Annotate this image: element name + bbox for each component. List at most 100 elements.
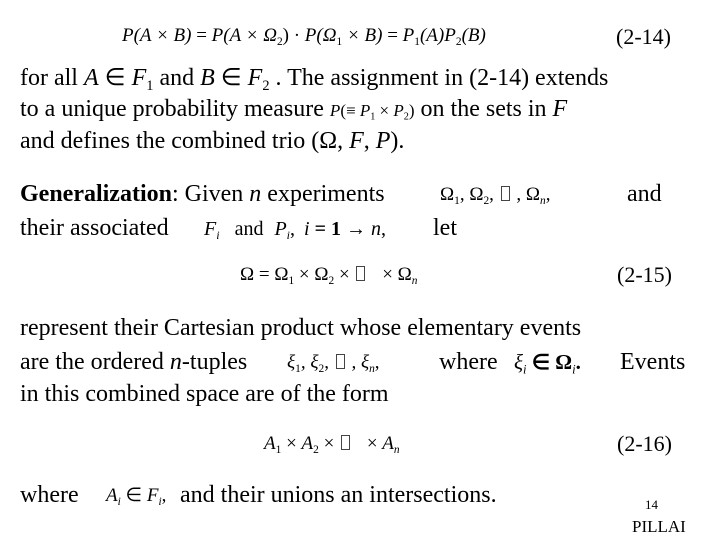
page-number: 14 <box>645 497 658 512</box>
text: and <box>153 65 201 91</box>
para4-rest: and their unions an intersections. <box>180 482 497 508</box>
xi-symbol: , ξ <box>346 352 370 373</box>
math-var: F <box>146 485 159 506</box>
math-op: × Ω <box>377 264 412 285</box>
math-var: n <box>370 218 381 240</box>
math-var: P <box>375 128 391 154</box>
times-symbol: × <box>318 433 340 454</box>
separator: , <box>545 184 551 205</box>
times-symbol: × <box>375 101 394 120</box>
subscript: n <box>411 274 418 287</box>
omega-symbol: Ω <box>240 264 255 285</box>
math-var: A <box>83 65 99 91</box>
eq-2-14-lhs: P(A × B) <box>122 25 192 46</box>
dot-operator: · <box>288 25 305 46</box>
math-var: A <box>382 433 394 454</box>
math-op: (≡ <box>340 101 360 120</box>
missing-glyph-ellipsis-icon <box>341 435 351 450</box>
para4-where: where <box>20 482 79 508</box>
math-var: F <box>131 65 147 91</box>
text: for all <box>20 65 84 91</box>
para3-line3: in this combined space are of the form <box>20 381 389 407</box>
math-var: P <box>274 218 287 240</box>
para2-let: let <box>433 215 457 241</box>
xi-symbol: ξ <box>287 352 296 373</box>
math-var: F <box>247 65 263 91</box>
math-var: F <box>552 96 568 122</box>
equation-2-15: Ω = Ω1 × Ω2 × × Ωn <box>240 264 417 292</box>
ai-in-fi: Ai ∈ Fi, <box>106 485 166 513</box>
text: and defines the combined trio (Ω, <box>20 128 350 154</box>
eq-term: P <box>402 25 415 46</box>
para2-line2: their associated <box>20 214 169 242</box>
eq-term: P(A × Ω <box>211 25 277 46</box>
math-var: B <box>200 65 215 91</box>
text: . <box>575 350 581 374</box>
math-var: n <box>249 181 262 207</box>
eq-term: P(Ω <box>304 25 337 46</box>
separator: , <box>324 352 334 373</box>
text: -tuples <box>181 349 248 375</box>
omega-symbol: , Ω <box>459 184 484 205</box>
xi-in-omega: ξi ∈ Ωi. <box>514 351 581 380</box>
generalization-heading: Generalization <box>20 181 172 207</box>
equation-2-16: A1 × A2 × × An <box>264 433 400 461</box>
eq-term: P <box>444 25 456 46</box>
para3-where: where <box>439 349 498 375</box>
equation-2-14: P(A × B) = P(A × Ω2) · P(Ω1 × B) = P1(A)… <box>122 25 486 53</box>
math-op: ∈ Ω <box>526 350 573 374</box>
para2-line1: Generalization: Given n experiments <box>20 180 385 208</box>
math-var: n <box>169 349 182 375</box>
text: experiments <box>261 181 385 207</box>
math-var: A <box>301 433 314 454</box>
eq-term: (A) <box>419 25 445 46</box>
subscript: n <box>393 443 400 456</box>
text: , <box>380 218 386 240</box>
para3-events: Events <box>620 349 686 375</box>
eq-term: × B) <box>342 25 383 46</box>
text: : Given <box>171 181 250 207</box>
math-op: × Ω <box>294 264 329 285</box>
author-name: PILLAI <box>632 517 686 536</box>
text: ). <box>390 128 405 154</box>
omega-list: Ω1, Ω2, , Ωn, <box>440 184 550 212</box>
math-op: = 1 → <box>309 218 371 240</box>
para2-and: and <box>627 181 662 207</box>
times-symbol: × <box>362 433 383 454</box>
times-symbol: × <box>281 433 302 454</box>
para1-line3: and defines the combined trio (Ω, F, P). <box>20 127 404 155</box>
missing-glyph-ellipsis-icon <box>335 354 345 369</box>
math-var: P <box>359 101 371 120</box>
separator: , <box>374 352 380 373</box>
missing-glyph-ellipsis-icon <box>500 186 510 201</box>
text: , <box>363 128 376 154</box>
missing-glyph-ellipsis-icon <box>356 266 366 281</box>
equation-tag-2-15: (2-15) <box>617 262 672 287</box>
text: on the sets in <box>414 96 553 122</box>
eq-sign: = <box>191 25 212 46</box>
text: , <box>290 218 296 240</box>
text: are the ordered <box>20 349 170 375</box>
equation-tag-2-16: (2-16) <box>617 431 672 456</box>
text: . The assignment in (2-14) extends <box>269 65 609 91</box>
omega-symbol: Ω <box>440 184 455 205</box>
math-var: P <box>393 101 404 120</box>
text: , <box>161 485 167 506</box>
text: to a unique probability measure <box>20 96 330 122</box>
xi-symbol: ξ <box>514 350 523 374</box>
subscript: i <box>216 228 220 243</box>
inline-math: P(≡ P1 × P2) <box>329 101 415 123</box>
xi-symbol: , ξ <box>300 352 319 373</box>
eq-sign: = <box>382 25 403 46</box>
associated-math: Fi and Pi, i = 1 → n, <box>204 218 386 246</box>
equation-tag-2-14: (2-14) <box>616 24 671 49</box>
text: and <box>234 218 264 240</box>
math-var: P <box>329 101 341 120</box>
xi-list: ξ1, ξ2, , ξn, <box>287 352 380 380</box>
separator: , <box>489 184 499 205</box>
omega-symbol: , Ω <box>511 184 541 205</box>
element-of-symbol: ∈ <box>214 65 248 91</box>
para3-line2: are the ordered n-tuples <box>20 348 247 376</box>
math-op: = Ω <box>254 264 289 285</box>
math-var: A <box>106 485 118 506</box>
